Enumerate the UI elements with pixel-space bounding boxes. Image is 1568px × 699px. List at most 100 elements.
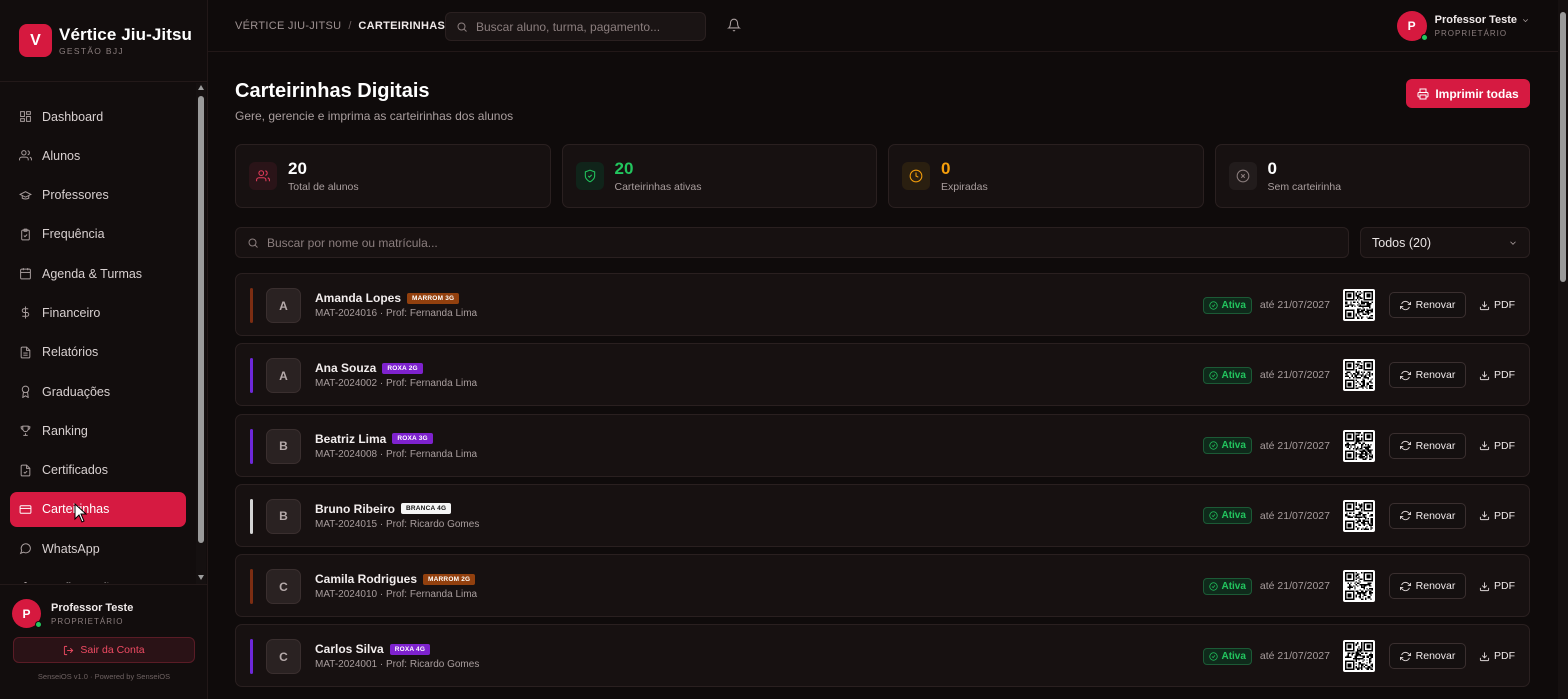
student-card-row[interactable]: B Beatriz Lima ROXA 3G MAT-2024008 · Prof: … xyxy=(235,413,1530,477)
qr-code[interactable] xyxy=(1343,499,1375,532)
student-name: Amanda Lopes xyxy=(315,291,402,305)
sidebar-item-frequencia[interactable]: Frequência xyxy=(10,217,186,252)
status-badge: Ativa xyxy=(1203,366,1252,384)
scroll-thumb[interactable] xyxy=(198,96,204,543)
sidebar-item-configuracoes[interactable]: Configurações xyxy=(10,571,186,583)
sidebar-scrollbar[interactable] xyxy=(196,83,206,584)
renew-button[interactable]: Renovar xyxy=(1389,643,1466,670)
qr-code[interactable] xyxy=(1343,429,1375,462)
renew-button[interactable]: Renovar xyxy=(1389,292,1466,318)
scroll-up-arrow[interactable] xyxy=(198,85,204,90)
user-menu[interactable]: P Professor Teste PROPRIETÁRIO xyxy=(1396,11,1530,41)
notifications-button[interactable] xyxy=(727,18,741,32)
download-icon xyxy=(1479,511,1490,521)
renew-button[interactable]: Renovar xyxy=(1389,432,1466,459)
chevron-down-icon xyxy=(1522,18,1529,22)
sidebar-item-label: Certificados xyxy=(42,463,108,478)
print-all-button[interactable]: Imprimir todas xyxy=(1406,79,1530,108)
online-status-dot xyxy=(35,621,42,628)
id-card-icon xyxy=(19,505,32,514)
brand-name: Vértice Jiu-Jitsu xyxy=(59,25,193,44)
qr-code[interactable] xyxy=(1343,570,1375,603)
download-icon xyxy=(1479,441,1490,451)
refresh-icon xyxy=(1399,511,1411,521)
sidebar-item-graduacoes[interactable]: Graduações xyxy=(10,374,186,409)
belt-badge: BRANCA 4G xyxy=(401,503,452,515)
sidebar-item-alunos[interactable]: Alunos xyxy=(10,138,186,173)
renew-button[interactable]: Renovar xyxy=(1389,573,1466,600)
status-badge: Ativa xyxy=(1203,647,1252,665)
breadcrumb-separator: / xyxy=(348,19,352,32)
qr-code[interactable] xyxy=(1343,289,1375,321)
sidebar-item-professores[interactable]: Professores xyxy=(10,178,186,213)
stat-label: Carteirinhas ativas xyxy=(614,181,702,193)
sidebar-item-agenda-turmas[interactable]: Agenda & Turmas xyxy=(10,256,186,291)
student-card-row[interactable]: C Camila Rodrigues MARROM 2G MAT-2024010 · … xyxy=(235,554,1530,618)
stats-cards: 20 Total de alunos 20 Carteirinhas ativas 0 E… xyxy=(235,144,1530,208)
filters: Buscar por nome ou matrícula... Todos (2… xyxy=(235,227,1530,258)
qr-code-icon xyxy=(1345,431,1373,460)
download-icon xyxy=(1479,371,1490,380)
sidebar-item-certificados[interactable]: Certificados xyxy=(10,453,186,488)
status-filter-select[interactable]: Todos (20) xyxy=(1360,227,1530,258)
page-title: Carteirinhas Digitais xyxy=(235,80,430,102)
sidebar-item-label: Financeiro xyxy=(42,305,101,320)
check-circle-icon xyxy=(1209,441,1219,450)
student-card-row[interactable]: C Carlos Silva ROXA 4G MAT-2024001 · Prof: … xyxy=(235,624,1530,688)
student-search-input[interactable]: Buscar por nome ou matrícula... xyxy=(235,227,1349,258)
scroll-thumb[interactable] xyxy=(1560,12,1566,282)
student-card-row[interactable]: A Amanda Lopes MARROM 3G MAT-2024016 · Prof… xyxy=(235,273,1530,336)
sidebar-item-ranking[interactable]: Ranking xyxy=(10,413,186,448)
sidebar-nav: Dashboard Alunos Professores Frequência Agen… xyxy=(0,83,196,583)
pdf-button[interactable]: PDF xyxy=(1475,573,1519,599)
student-avatar: C xyxy=(266,569,301,605)
sidebar-item-carteirinhas[interactable]: Carteirinhas xyxy=(10,491,186,527)
check-circle-icon xyxy=(1209,300,1219,310)
student-name: Ana Souza xyxy=(315,361,377,376)
qr-code[interactable] xyxy=(1343,640,1375,673)
stat-value: 20 xyxy=(614,159,634,178)
pdf-button[interactable]: PDF xyxy=(1475,643,1519,669)
scroll-down-arrow[interactable] xyxy=(198,575,204,580)
clock-icon xyxy=(909,169,923,183)
student-avatar: A xyxy=(266,288,301,323)
global-search-input[interactable]: Buscar aluno, turma, pagamento... xyxy=(445,12,706,41)
sidebar-item-label: WhatsApp xyxy=(42,541,100,556)
sidebar-user[interactable]: P Professor Teste PROPRIETÁRIO xyxy=(0,585,208,628)
sidebar-footer: P Professor Teste PROPRIETÁRIO Sair da C… xyxy=(0,584,208,699)
pdf-button[interactable]: PDF xyxy=(1475,433,1519,459)
refresh-icon xyxy=(1399,370,1411,380)
pdf-button[interactable]: PDF xyxy=(1475,362,1519,388)
student-avatar: C xyxy=(266,639,301,675)
sidebar-item-financeiro[interactable]: Financeiro xyxy=(10,295,186,330)
expiry-date: até 21/07/2027 xyxy=(1259,509,1330,522)
sidebar-item-dashboard[interactable]: Dashboard xyxy=(10,99,186,134)
student-card-list: A Amanda Lopes MARROM 3G MAT-2024016 · Prof… xyxy=(235,273,1530,688)
stat-icon-box xyxy=(249,162,277,190)
renew-button[interactable]: Renovar xyxy=(1389,362,1466,389)
search-icon xyxy=(457,22,467,32)
sidebar-item-whatsapp[interactable]: WhatsApp xyxy=(10,531,186,566)
brand[interactable]: V Vértice Jiu-Jitsu GESTÃO BJJ xyxy=(0,0,207,82)
download-icon xyxy=(1479,652,1490,662)
status-badge: Ativa xyxy=(1203,507,1252,525)
pdf-button[interactable]: PDF xyxy=(1475,292,1519,318)
belt-badge: ROXA 3G xyxy=(392,433,433,445)
refresh-icon xyxy=(1399,441,1411,451)
main-scrollbar[interactable] xyxy=(1558,0,1568,699)
chevron-down-icon xyxy=(1510,240,1516,245)
student-avatar: B xyxy=(266,428,301,464)
sidebar-item-relatorios[interactable]: Relatórios xyxy=(10,335,186,370)
user-role: PROPRIETÁRIO xyxy=(1434,29,1508,38)
breadcrumb-root[interactable]: VÉRTICE JIU-JITSU xyxy=(235,20,341,32)
pdf-button[interactable]: PDF xyxy=(1475,503,1519,529)
qr-code[interactable] xyxy=(1343,359,1375,392)
logout-button[interactable]: Sair da Conta xyxy=(13,637,195,663)
student-card-row[interactable]: B Bruno Ribeiro BRANCA 4G MAT-2024015 · Pro… xyxy=(235,483,1530,547)
stat-card: 0 Expiradas xyxy=(888,144,1204,208)
main: VÉRTICE JIU-JITSU / CARTEIRINHAS Buscar … xyxy=(208,0,1568,699)
student-card-row[interactable]: A Ana Souza ROXA 2G MAT-2024002 · Prof: Fer… xyxy=(235,343,1530,407)
user-name: Professor Teste xyxy=(51,601,134,614)
file-text-icon xyxy=(20,346,31,359)
renew-button[interactable]: Renovar xyxy=(1389,502,1466,529)
